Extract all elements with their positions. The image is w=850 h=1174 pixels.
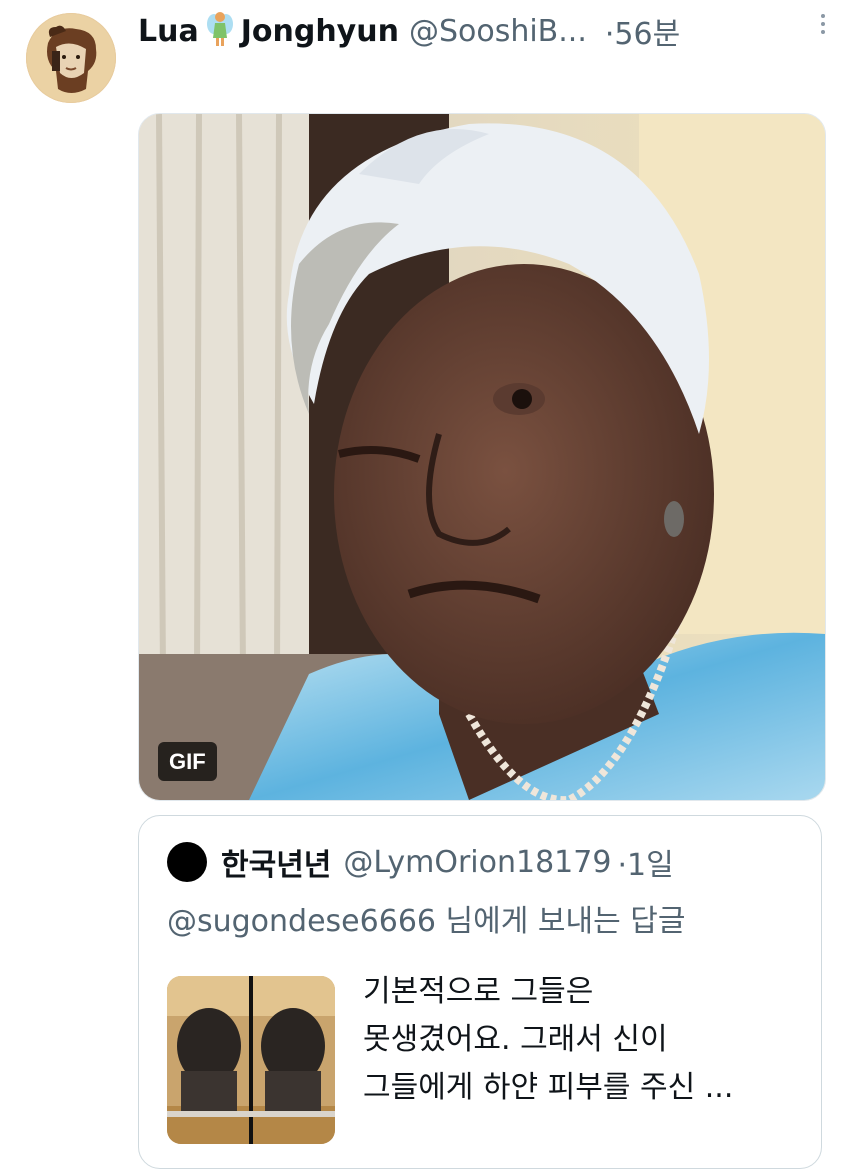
quoted-tweet-card[interactable]: 한국년년 @LymOrion18179 ·1일 @sugondese6666 님… xyxy=(138,815,822,1169)
time-value: 56분 xyxy=(614,17,681,52)
display-name-part1[interactable]: Lua xyxy=(138,14,199,49)
separator-dot: · xyxy=(604,17,615,52)
quoted-avatar[interactable] xyxy=(167,842,207,882)
reply-mention-link[interactable]: @sugondese6666 xyxy=(167,904,436,939)
avatar-illustration xyxy=(26,13,116,103)
user-handle[interactable]: @SooshiB... xyxy=(409,14,587,49)
reply-suffix: 님에게 보내는 답글 xyxy=(445,904,686,939)
gif-image xyxy=(139,114,825,800)
display-name-part2[interactable]: Jonghyun xyxy=(241,14,399,49)
quoted-media-thumbnail[interactable] xyxy=(167,976,335,1144)
quoted-tweet-header: 한국년년 @LymOrion18179 ·1일 xyxy=(167,840,674,884)
quoted-time-value: 1일 xyxy=(626,848,674,883)
quoted-text-line: 못생겼어요. 그래서 신이 xyxy=(363,1022,668,1057)
quoted-display-name[interactable]: 한국년년 xyxy=(221,840,331,884)
quoted-timestamp[interactable]: ·1일 xyxy=(617,840,673,884)
quoted-user-handle[interactable]: @LymOrion18179 xyxy=(343,845,611,880)
avatar[interactable] xyxy=(26,13,116,103)
separator-dot: · xyxy=(617,848,627,883)
gif-badge: GIF xyxy=(158,742,217,781)
more-vertical-icon[interactable] xyxy=(818,10,828,40)
fairy-icon xyxy=(206,12,233,46)
quoted-text-line: 그들에게 하얀 피부를 주신 ... xyxy=(363,1070,734,1105)
quoted-tweet-text: 기본적으로 그들은 못생겼어요. 그래서 신이 그들에게 하얀 피부를 주신 .… xyxy=(363,968,803,1112)
reply-context: @sugondese6666 님에게 보내는 답글 xyxy=(167,896,685,940)
timestamp[interactable]: ·56분 xyxy=(605,9,680,53)
thumbnail-image xyxy=(167,976,335,1144)
quoted-text-line: 기본적으로 그들은 xyxy=(363,974,594,1009)
tweet-media-gif[interactable]: GIF xyxy=(138,113,826,801)
tweet-header: Lua Jonghyun @SooshiB... ·56분 xyxy=(138,8,830,54)
fairy-emoji xyxy=(205,10,235,52)
